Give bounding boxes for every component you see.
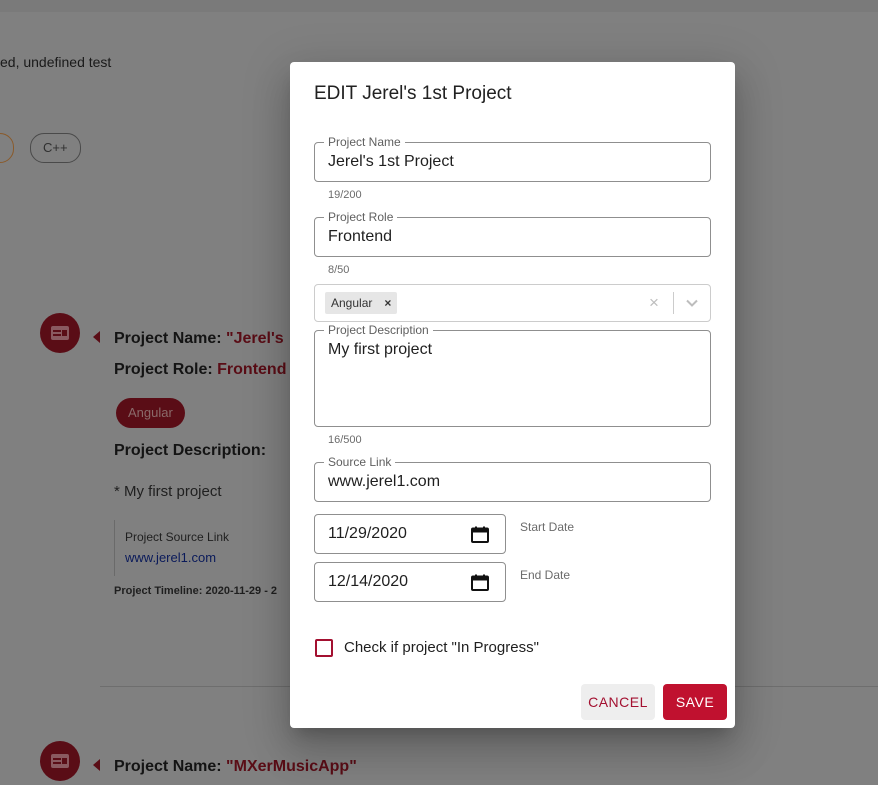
source-link: www.jerel1.com: [125, 550, 217, 565]
technology-select[interactable]: Angular × ×: [314, 284, 711, 322]
project-description-input-value: My first project: [328, 341, 433, 358]
select-separator: [673, 292, 674, 314]
project-card-icon: [40, 313, 80, 353]
project-name-input-value: Jerel's 1st Project: [328, 153, 454, 170]
selected-technology-chip: Angular ×: [325, 292, 398, 314]
source-link-box: Project Source Link www.jerel1.com: [114, 520, 295, 576]
project-name-row: Project Name: "Jerel's: [114, 330, 284, 348]
background-chip-partial: [0, 133, 14, 163]
top-strip: [0, 0, 878, 12]
start-date-caption: Start Date: [520, 520, 575, 534]
project-role-input-value: Frontend: [328, 228, 393, 245]
project-icon-glyph: [51, 754, 69, 768]
project-role-field-label: Project Role: [324, 210, 398, 224]
save-button[interactable]: SAVE: [663, 684, 727, 720]
source-link-title: Project Source Link: [125, 530, 230, 544]
project-role-field[interactable]: Project Role Frontend: [314, 210, 711, 257]
clear-selection-icon[interactable]: ×: [649, 293, 659, 313]
start-date-input[interactable]: 11/29/2020: [314, 514, 506, 554]
cancel-button[interactable]: CANCEL: [581, 684, 655, 720]
project-description-label: Project Description:: [114, 442, 267, 459]
project-name-label: Project Name:: [114, 758, 222, 775]
project-description-counter: 16/500: [328, 434, 362, 446]
collapse-caret-icon: [93, 331, 100, 343]
calendar-icon[interactable]: [471, 526, 489, 543]
selected-technology-label: Angular: [331, 296, 373, 310]
project-name-counter: 19/200: [328, 189, 362, 201]
project-name-value: "Jerel's: [226, 330, 284, 347]
chevron-down-icon[interactable]: [685, 296, 699, 310]
calendar-icon[interactable]: [471, 574, 489, 591]
end-date-value: 12/14/2020: [328, 573, 409, 590]
end-date-input[interactable]: 12/14/2020: [314, 562, 506, 602]
end-date-caption: End Date: [520, 568, 571, 582]
source-link-field-label: Source Link: [324, 455, 396, 469]
project-role-row: Project Role: Frontend: [114, 361, 286, 379]
background-chip: C++: [30, 133, 81, 163]
in-progress-checkbox[interactable]: [315, 639, 333, 657]
project-role-label: Project Role:: [114, 361, 213, 378]
technology-tag: Angular: [116, 398, 185, 428]
project-card-icon: [40, 741, 80, 781]
project-name-field-label: Project Name: [324, 135, 405, 149]
project-description-field[interactable]: Project Description My first project: [314, 323, 711, 427]
source-link-field[interactable]: Source Link www.jerel1.com: [314, 455, 711, 502]
project-name-label: Project Name:: [114, 330, 222, 347]
in-progress-label[interactable]: Check if project "In Progress": [344, 639, 539, 656]
project-name-value: "MXerMusicApp": [226, 758, 357, 775]
background-header-text: ed, undefined test: [0, 54, 112, 70]
project-description-field-label: Project Description: [324, 323, 433, 337]
project-name-row: Project Name: "MXerMusicApp": [114, 758, 357, 776]
start-date-value: 11/29/2020: [328, 525, 407, 542]
project-description-item: * My first project: [114, 483, 222, 500]
project-name-field[interactable]: Project Name Jerel's 1st Project: [314, 135, 711, 182]
dialog-title: EDIT Jerel's 1st Project: [314, 83, 512, 104]
collapse-caret-icon: [93, 759, 100, 771]
source-link-input-value: www.jerel1.com: [328, 473, 441, 490]
edit-project-dialog: EDIT Jerel's 1st Project Project Name Je…: [290, 62, 735, 728]
project-timeline: Project Timeline: 2020-11-29 - 2: [114, 585, 278, 597]
project-icon-glyph: [51, 326, 69, 340]
project-role-value: Frontend: [217, 361, 287, 378]
project-role-counter: 8/50: [328, 264, 350, 276]
remove-chip-icon[interactable]: ×: [384, 296, 391, 310]
